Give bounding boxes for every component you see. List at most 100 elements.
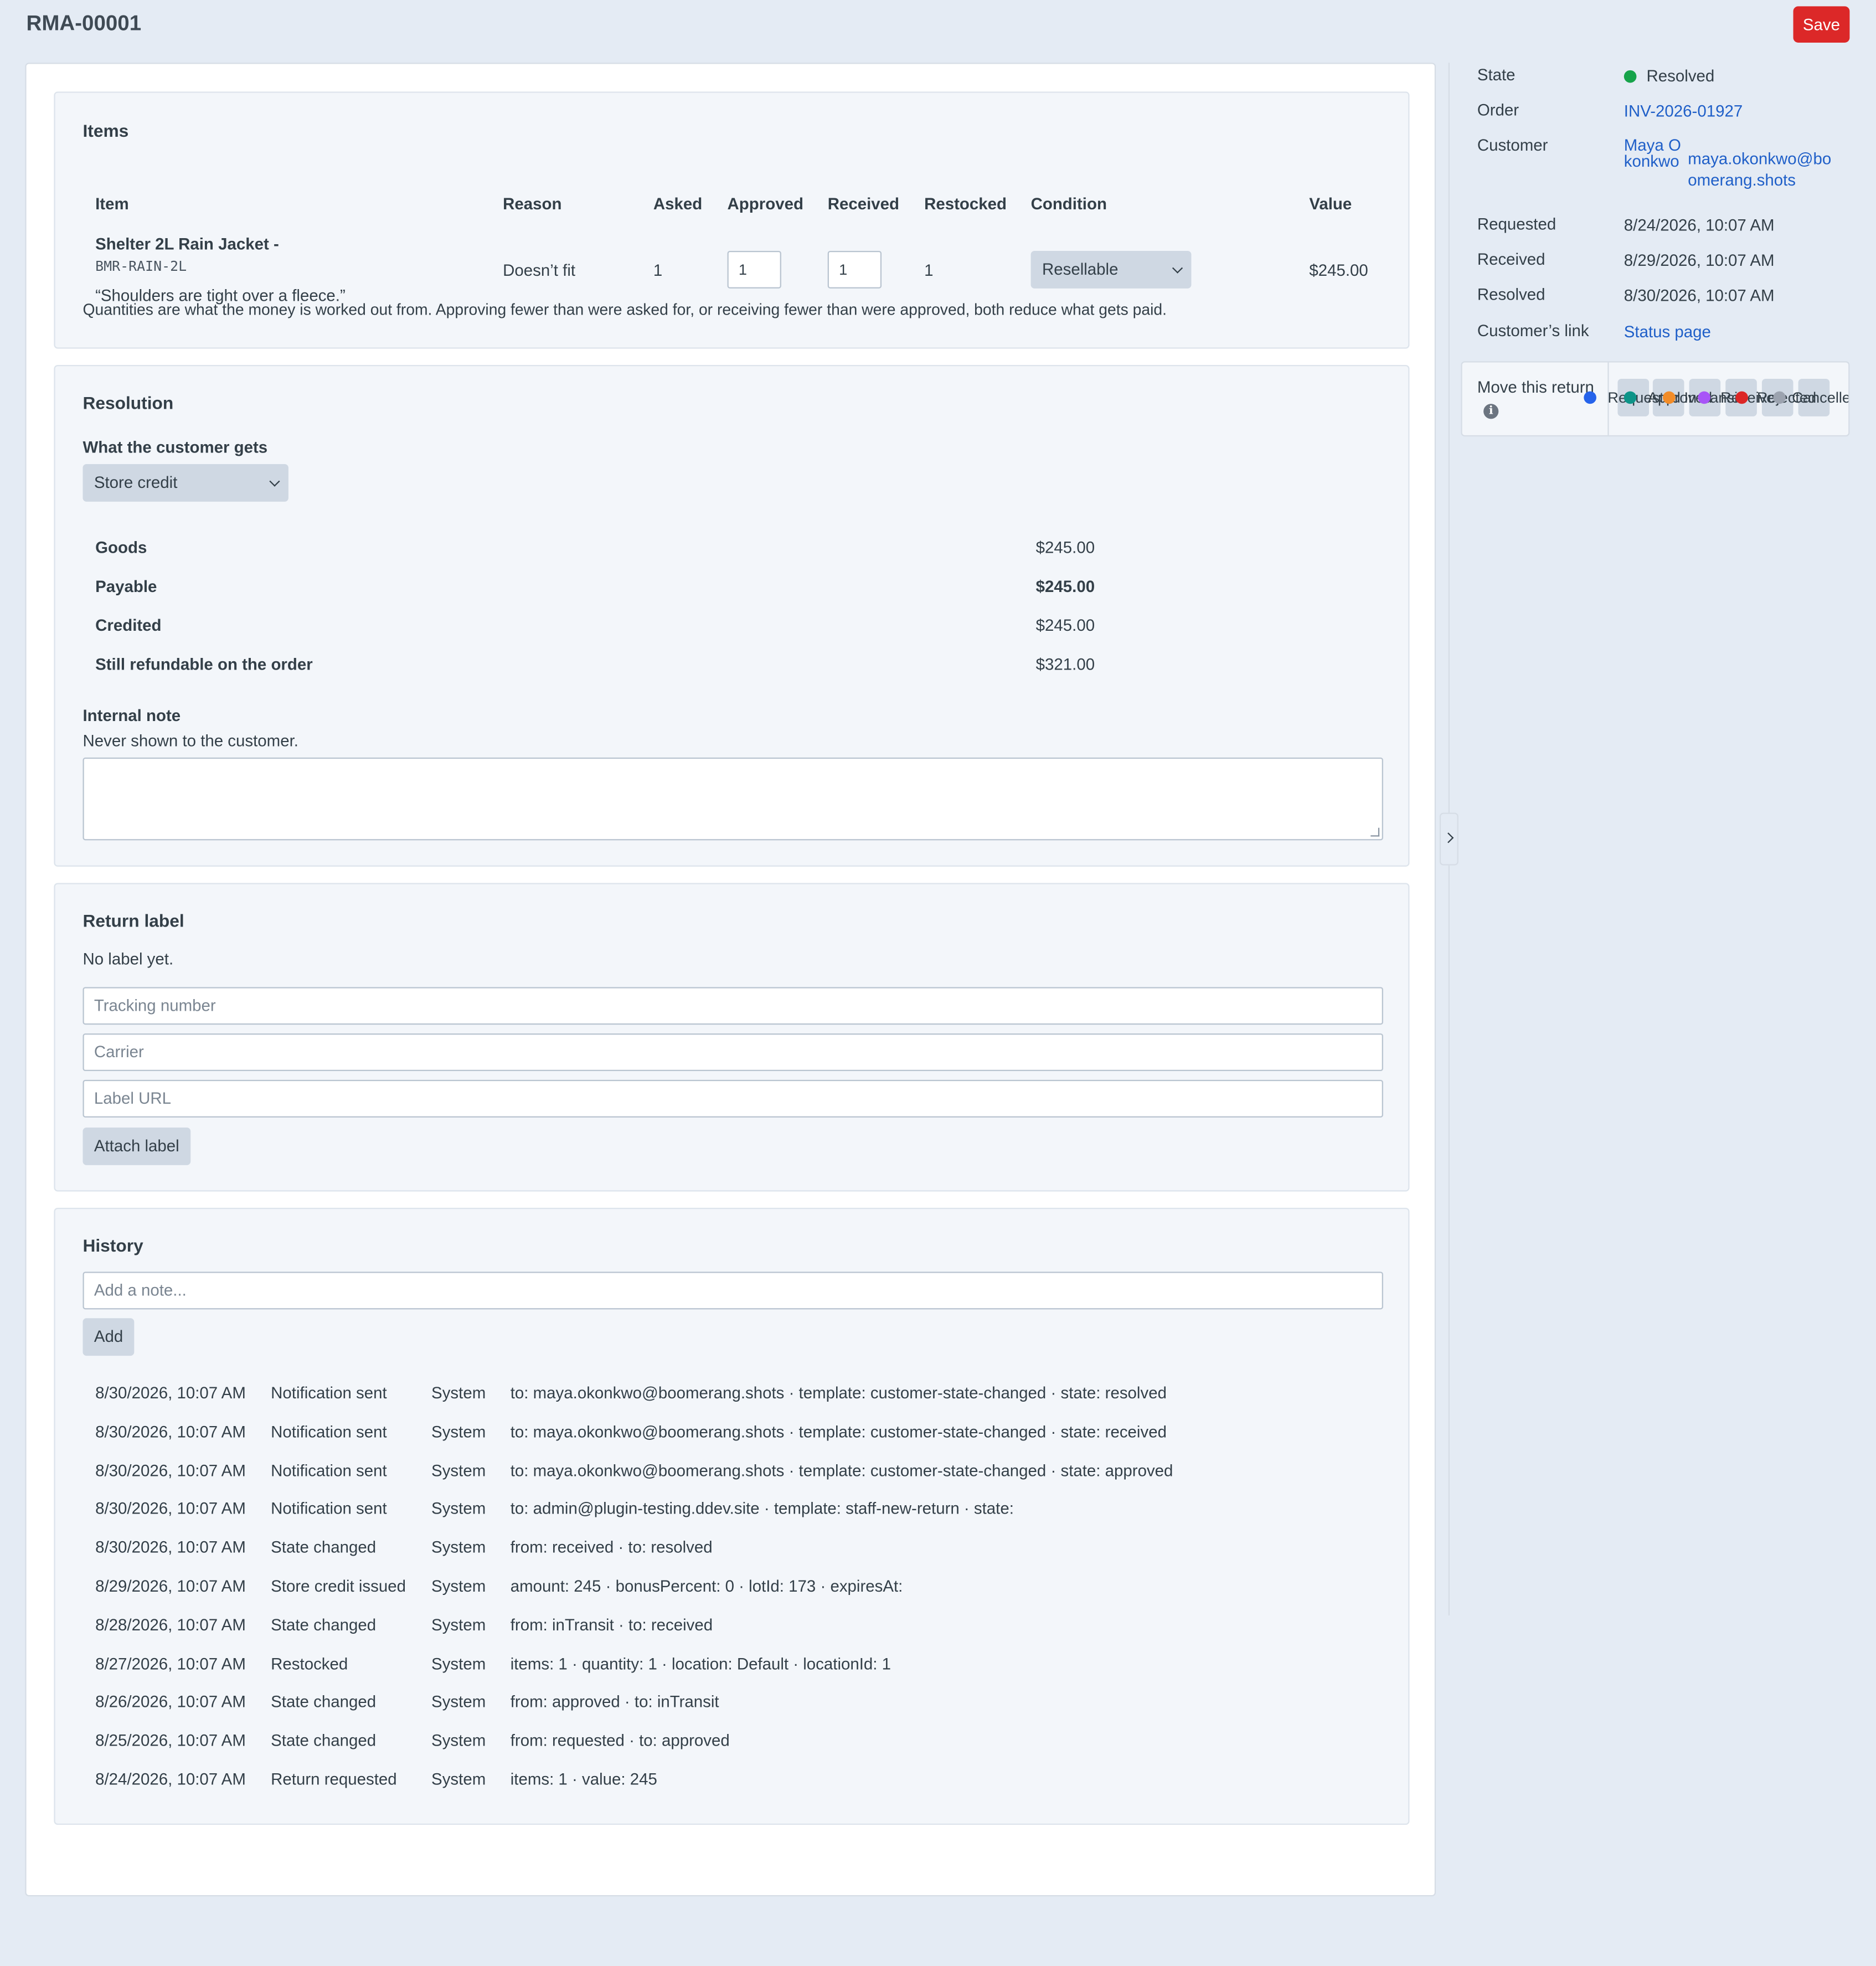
history-event: Notification sent <box>271 1422 387 1441</box>
summary-label: Payable <box>95 577 157 596</box>
items-footnote: Quantities are what the money is worked … <box>83 301 1167 319</box>
items-card: Items Item Reason Asked Approved Receive… <box>54 91 1410 349</box>
history-time: 8/24/2026, 10:07 AM <box>95 1769 246 1789</box>
order-link[interactable]: INV-2026-01927 <box>1624 101 1743 120</box>
history-actor: System <box>431 1422 486 1441</box>
internal-note-textarea[interactable] <box>83 757 1383 841</box>
history-time: 8/29/2026, 10:07 AM <box>95 1576 246 1596</box>
summary-value: $321.00 <box>1035 655 1095 674</box>
attach-label-button[interactable]: Attach label <box>83 1127 191 1165</box>
status-dot-icon <box>1662 391 1676 404</box>
status-page-link[interactable]: Status page <box>1624 322 1711 341</box>
resolution-type-select[interactable]: Store credit <box>83 464 288 502</box>
summary-label: Goods <box>95 538 147 557</box>
history-time: 8/30/2026, 10:07 AM <box>95 1460 246 1480</box>
status-dot-icon <box>1735 391 1748 404</box>
chevron-down-icon <box>269 476 280 487</box>
add-note-button[interactable]: Add <box>83 1318 135 1356</box>
item-asked: 1 <box>653 261 663 280</box>
approved-quantity-input[interactable]: 1 <box>727 250 781 289</box>
carrier-input[interactable]: Carrier <box>83 1033 1383 1072</box>
history-time: 8/30/2026, 10:07 AM <box>95 1537 246 1557</box>
tracking-number-input[interactable]: Tracking number <box>83 987 1383 1025</box>
history-note-input[interactable]: Add a note... <box>83 1272 1383 1310</box>
resolution-card: Resolution What the customer gets Store … <box>54 365 1410 867</box>
col-asked: Asked <box>653 194 703 213</box>
move-option-label: Cancelled <box>1792 389 1848 406</box>
customer-label: Customer <box>1477 135 1548 155</box>
history-time: 8/30/2026, 10:07 AM <box>95 1499 246 1519</box>
item-sku: BMR-RAIN-2L <box>95 258 187 275</box>
return-label-title: Return label <box>83 910 184 931</box>
history-actor: System <box>431 1731 486 1750</box>
history-detail: amount: 245 · bonusPercent: 0 · lotId: 1… <box>510 1576 903 1596</box>
history-event: Notification sent <box>271 1460 387 1480</box>
history-actor: System <box>431 1576 486 1596</box>
label-url-input[interactable]: Label URL <box>83 1079 1383 1118</box>
received-label: Received <box>1477 249 1545 269</box>
state-label: State <box>1477 65 1516 84</box>
col-reason: Reason <box>503 194 562 213</box>
main-panel: Items Item Reason Asked Approved Receive… <box>25 63 1436 1897</box>
history-event: Restocked <box>271 1654 348 1673</box>
page-title: RMA-00001 <box>26 11 142 35</box>
move-return-panel: Move this return i Requested Approved In t… <box>1461 361 1850 437</box>
history-title: History <box>83 1235 143 1255</box>
history-actor: System <box>431 1615 486 1634</box>
history-actor: System <box>431 1537 486 1557</box>
state-value: Resolved <box>1624 66 1714 85</box>
col-condition: Condition <box>1030 194 1107 213</box>
customer-gets-label: What the customer gets <box>83 438 268 457</box>
order-label: Order <box>1477 100 1519 120</box>
item-reason: Doesn’t fit <box>503 261 576 280</box>
history-event: Return requested <box>271 1769 397 1789</box>
summary-value: $245.00 <box>1035 577 1095 596</box>
status-dot-icon <box>1584 391 1596 404</box>
resize-grip-icon[interactable] <box>1370 827 1380 837</box>
summary-value: $245.00 <box>1035 615 1095 635</box>
history-event: State changed <box>271 1731 377 1750</box>
history-time: 8/27/2026, 10:07 AM <box>95 1654 246 1673</box>
history-detail: from: requested · to: approved <box>510 1731 730 1750</box>
chevron-down-icon <box>1172 263 1183 274</box>
history-actor: System <box>431 1692 486 1711</box>
items-title: Items <box>83 120 129 141</box>
summary-label: Still refundable on the order <box>95 655 313 674</box>
condition-select[interactable]: Resellable <box>1030 250 1192 289</box>
history-event: Store credit issued <box>271 1576 406 1596</box>
history-actor: System <box>431 1769 486 1789</box>
chevron-right-icon <box>1443 832 1454 843</box>
customer-email-link[interactable]: maya.okonkwo@boomerang.shots <box>1688 148 1832 191</box>
history-detail: items: 1 · value: 245 <box>510 1769 657 1789</box>
history-actor: System <box>431 1654 486 1673</box>
label-status: No label yet. <box>83 949 174 969</box>
history-event: Notification sent <box>271 1499 387 1519</box>
customer-name-link[interactable]: Maya Okonkwo <box>1624 137 1684 169</box>
history-card: History Add a note... Add 8/30/2026, 10:… <box>54 1207 1410 1825</box>
history-time: 8/30/2026, 10:07 AM <box>95 1383 246 1402</box>
resolved-value: 8/30/2026, 10:07 AM <box>1624 286 1775 305</box>
col-received: Received <box>827 194 900 213</box>
resolved-label: Resolved <box>1477 285 1545 304</box>
status-dot-icon <box>1624 70 1637 83</box>
history-detail: to: maya.okonkwo@boomerang.shots · templ… <box>510 1383 1167 1402</box>
col-item: Item <box>95 194 129 213</box>
history-event: State changed <box>271 1692 377 1711</box>
summary-label: Credited <box>95 615 162 635</box>
history-actor: System <box>431 1383 486 1402</box>
item-restocked: 1 <box>924 261 934 280</box>
history-time: 8/28/2026, 10:07 AM <box>95 1615 246 1634</box>
internal-note-help: Never shown to the customer. <box>83 731 298 750</box>
save-button[interactable]: Save <box>1793 6 1850 43</box>
received-quantity-input[interactable]: 1 <box>827 250 882 289</box>
col-value: Value <box>1309 194 1352 213</box>
status-dot-icon <box>1773 391 1786 404</box>
status-dot-icon <box>1698 391 1711 404</box>
resolution-type-value: Store credit <box>94 472 178 492</box>
status-dot-icon <box>1624 391 1637 404</box>
history-detail: to: maya.okonkwo@boomerang.shots · templ… <box>510 1422 1167 1441</box>
item-value: $245.00 <box>1309 261 1368 280</box>
info-icon[interactable]: i <box>1483 404 1499 419</box>
requested-label: Requested <box>1477 214 1557 234</box>
collapse-sidebar-button[interactable] <box>1439 812 1458 866</box>
